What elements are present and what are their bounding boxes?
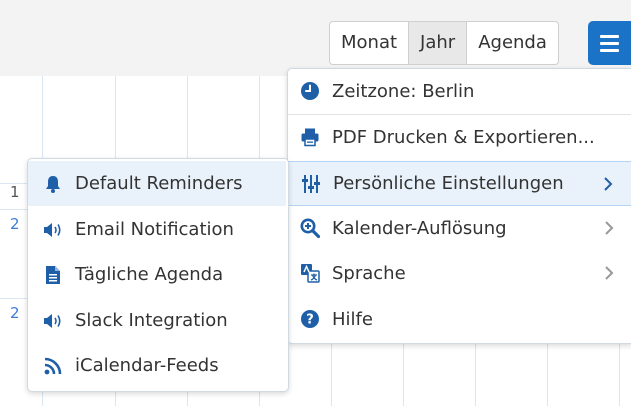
month-view-button[interactable]: Monat (330, 22, 410, 64)
chevron-right-icon (605, 266, 614, 280)
bell-icon (42, 173, 64, 195)
day-number[interactable]: 2 (10, 304, 20, 322)
submenu-item-email-notification[interactable]: Email Notification (28, 207, 286, 252)
hamburger-icon (600, 41, 619, 45)
menu-item-label: Sprache (332, 262, 406, 284)
hamburger-icon (600, 34, 619, 38)
translate-icon (299, 262, 321, 284)
chevron-right-icon (605, 221, 614, 235)
clock-icon (299, 80, 321, 102)
submenu-item-label: iCalendar-Feeds (75, 355, 219, 376)
menu-item-help[interactable]: ? Hilfe (288, 297, 631, 341)
day-number[interactable]: 2 (10, 215, 20, 233)
help-icon: ? (299, 308, 321, 330)
menu-item-label: Zeitzone: Berlin (332, 80, 475, 102)
agenda-view-button[interactable]: Agenda (467, 22, 558, 64)
menu-item-timezone[interactable]: Zeitzone: Berlin (288, 69, 631, 113)
menu-item-personal-settings[interactable]: Persönliche Einstellungen (288, 161, 631, 206)
chevron-right-icon (604, 177, 613, 191)
submenu-item-default-reminders[interactable]: Default Reminders (28, 161, 286, 206)
menu-item-label: Hilfe (332, 308, 373, 330)
submenu-item-slack-integration[interactable]: Slack Integration (28, 298, 286, 343)
menu-item-calendar-resolution[interactable]: Kalender-Auflösung (288, 206, 631, 250)
submenu-item-icalendar-feeds[interactable]: iCalendar-Feeds (28, 343, 286, 388)
menu-item-label: Kalender-Auflösung (332, 217, 507, 239)
view-switcher: Monat Jahr Agenda (329, 21, 559, 65)
personal-settings-submenu: Default Reminders Email Notification Täg… (27, 158, 289, 392)
submenu-item-label: Slack Integration (75, 310, 228, 331)
main-dropdown-menu: Zeitzone: Berlin PDF Drucken & Exportier… (287, 68, 631, 344)
submenu-item-label: Tägliche Agenda (75, 264, 224, 285)
zoom-in-icon (299, 217, 321, 239)
sliders-icon (300, 173, 322, 195)
rss-icon (42, 355, 64, 377)
speaker-icon (42, 310, 64, 332)
svg-text:?: ? (306, 313, 314, 328)
hamburger-menu-button[interactable] (588, 21, 631, 65)
menu-item-label: Persönliche Einstellungen (333, 173, 564, 194)
printer-icon (299, 126, 321, 148)
speaker-icon (42, 219, 64, 241)
menu-item-label: PDF Drucken & Exportieren... (332, 126, 595, 148)
document-icon (42, 264, 64, 286)
submenu-item-label: Email Notification (75, 219, 234, 240)
menu-item-language[interactable]: Sprache (288, 251, 631, 295)
submenu-item-label: Default Reminders (75, 173, 243, 194)
year-view-button[interactable]: Jahr (409, 22, 468, 64)
hamburger-icon (600, 48, 619, 52)
submenu-item-daily-agenda[interactable]: Tägliche Agenda (28, 252, 286, 297)
day-number[interactable]: 1 (10, 183, 20, 201)
menu-item-pdf-export[interactable]: PDF Drucken & Exportieren... (288, 115, 631, 159)
